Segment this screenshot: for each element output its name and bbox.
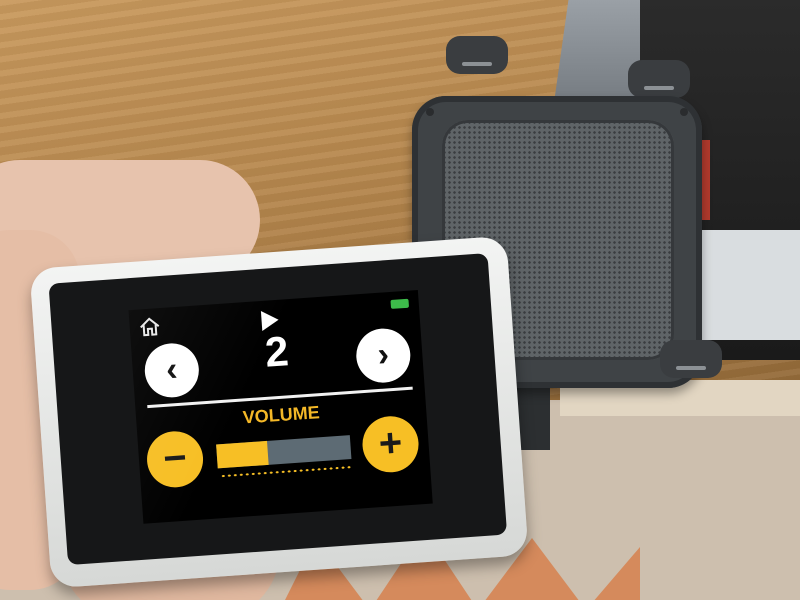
volume-up-button[interactable]: + xyxy=(360,414,421,475)
screw xyxy=(680,108,688,116)
chevron-left-icon: ‹ xyxy=(164,350,179,389)
touch-screen: 2 ‹ › VOLUME − + xyxy=(128,290,433,524)
plus-icon: + xyxy=(377,420,404,467)
speaker-bumper xyxy=(446,36,508,74)
volume-bar[interactable] xyxy=(216,435,352,469)
battery-icon xyxy=(390,298,410,309)
previous-track-button[interactable]: ‹ xyxy=(143,341,201,400)
minus-icon: − xyxy=(161,435,189,482)
home-icon[interactable] xyxy=(137,314,163,340)
volume-label: VOLUME xyxy=(242,402,321,428)
chevron-right-icon: › xyxy=(376,335,391,374)
device-bezel: 2 ‹ › VOLUME − + xyxy=(48,253,508,566)
volume-bar-fill xyxy=(216,440,269,469)
photo-scene: 2 ‹ › VOLUME − + xyxy=(0,0,800,600)
speaker-bumper xyxy=(628,60,690,98)
shelf-box xyxy=(700,230,800,340)
volume-down-button[interactable]: − xyxy=(145,429,205,490)
screw xyxy=(426,108,434,116)
track-number: 2 xyxy=(263,327,291,376)
speaker-bumper xyxy=(660,340,722,378)
next-track-button[interactable]: › xyxy=(354,326,413,385)
volume-dots xyxy=(220,465,353,479)
remote-device: 2 ‹ › VOLUME − + xyxy=(29,235,529,589)
